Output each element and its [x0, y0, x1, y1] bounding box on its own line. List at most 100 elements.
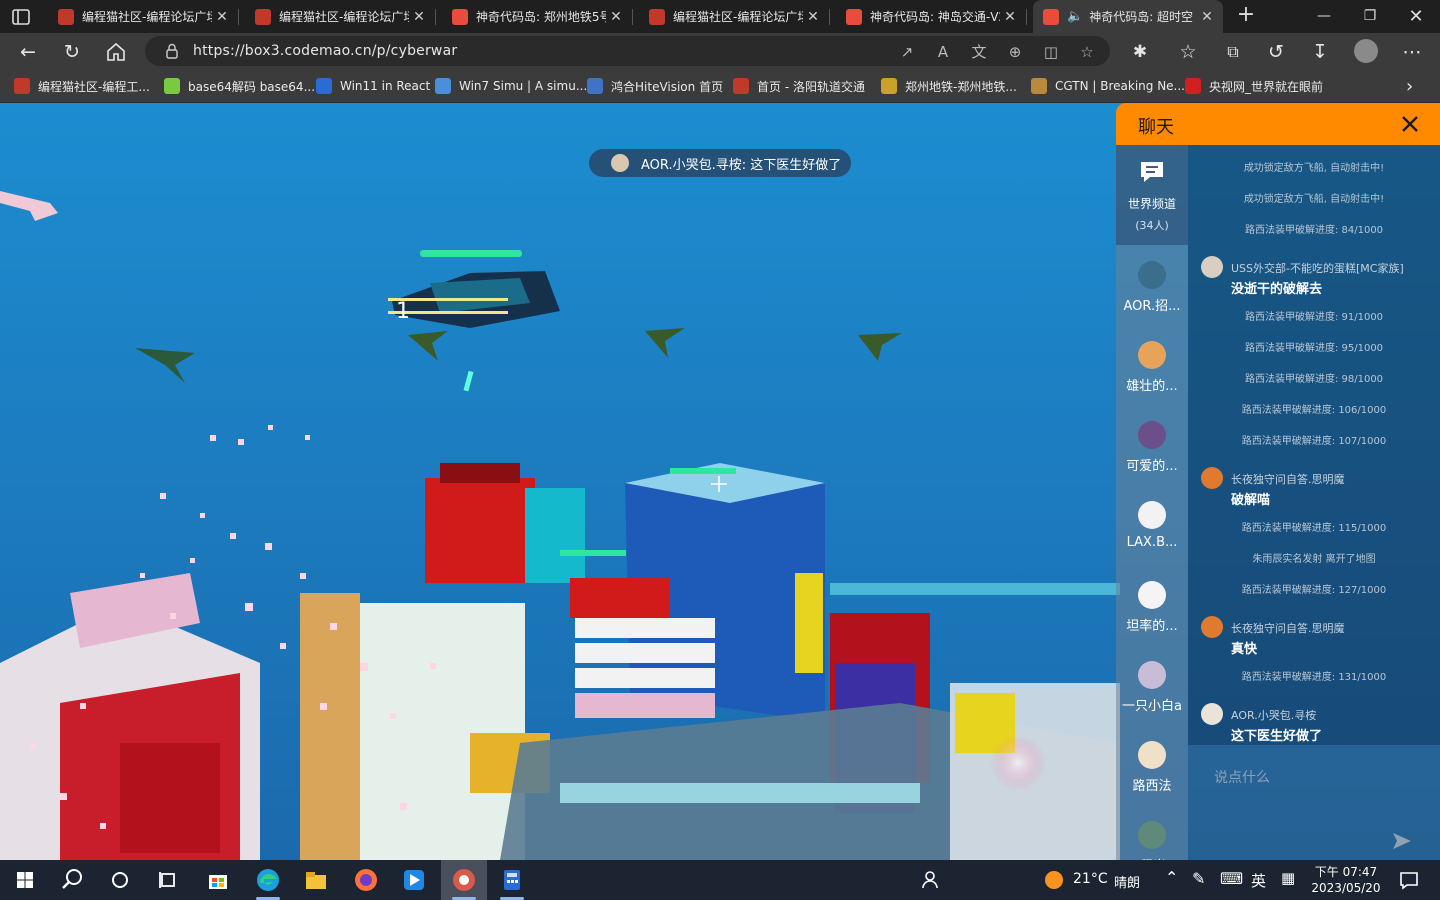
bookmark-label[interactable]: Win11 in React	[340, 79, 430, 93]
channel-world[interactable]: 世界频道 (34人)	[1116, 145, 1188, 245]
task-view-icon[interactable]	[154, 866, 182, 894]
bookmark-label[interactable]: base64解码 base64...	[188, 78, 315, 95]
split-screen-icon[interactable]: ◫	[1041, 42, 1061, 62]
edge-icon[interactable]	[254, 866, 282, 894]
bookmark-item[interactable]: 郑州地铁-郑州地铁...	[881, 76, 1017, 96]
pen-icon[interactable]: ✎	[1192, 869, 1205, 888]
site-favicon-icon	[846, 8, 862, 25]
bookmark-favicon-icon	[1031, 78, 1047, 94]
lock-icon[interactable]	[163, 42, 181, 60]
bookmark-item[interactable]: 编程猫社区-编程工...	[14, 76, 150, 96]
open-in-app-icon[interactable]: ↗	[897, 42, 917, 62]
game-app-icon[interactable]	[450, 866, 478, 894]
send-icon[interactable]	[1391, 831, 1413, 851]
collections-icon[interactable]: ⧉	[1221, 40, 1245, 64]
chat-user-item[interactable]: 可爱的...	[1116, 409, 1188, 489]
bookmark-item[interactable]: 鸿合HiteVision 首页	[587, 76, 723, 96]
chat-user-item[interactable]: 雄壮的...	[1116, 329, 1188, 409]
message-text: 真快	[1231, 642, 1258, 657]
close-icon[interactable]	[1398, 112, 1422, 136]
chat-user-item[interactable]: AOR.招...	[1116, 249, 1188, 329]
tab-actions-icon[interactable]	[10, 6, 32, 28]
new-tab-button[interactable]: +	[1235, 4, 1257, 28]
ime-indicator[interactable]: 英	[1251, 870, 1266, 891]
calculator-icon[interactable]	[498, 866, 526, 894]
windows-start-icon[interactable]	[11, 866, 39, 894]
chat-user-item[interactable]: 坦率的...	[1116, 569, 1188, 649]
chat-user-item[interactable]: 路西法	[1116, 729, 1188, 809]
browser-tab[interactable]: 编程猫社区-编程论坛广场 ✕	[639, 0, 830, 33]
bookmark-item[interactable]: Win11 in React	[316, 76, 430, 96]
refresh-icon[interactable]: ↻	[60, 40, 84, 64]
bookmark-label[interactable]: 鸿合HiteVision 首页	[611, 78, 723, 95]
app-icon[interactable]	[400, 866, 428, 894]
bookmarks-more-icon[interactable]: ›	[1406, 76, 1413, 97]
chat-user-item[interactable]: 一只小白a	[1116, 649, 1188, 729]
message-sender: USS外交部-不能吃的蛋糕[MC家族]	[1231, 262, 1404, 275]
chat-user-item[interactable]: LAX.B...	[1116, 489, 1188, 569]
store-icon[interactable]	[204, 866, 232, 894]
weather-sun-icon[interactable]	[1040, 866, 1068, 894]
clock-date[interactable]: 2023/05/20	[1310, 880, 1382, 896]
menu-icon[interactable]: ⋯	[1400, 40, 1424, 64]
bookmark-label[interactable]: 编程猫社区-编程工...	[38, 78, 150, 95]
weather-desc[interactable]: 晴朗	[1114, 872, 1140, 891]
history-icon[interactable]: ↺	[1264, 40, 1288, 64]
notification-icon[interactable]	[1395, 866, 1423, 894]
cortana-icon[interactable]	[106, 866, 134, 894]
people-icon[interactable]	[916, 866, 944, 894]
bookmark-item[interactable]: CGTN | Breaking Ne...	[1031, 76, 1185, 96]
chevron-up-icon[interactable]: ⌃	[1165, 868, 1178, 887]
weather-temp[interactable]: 21°C	[1073, 871, 1108, 887]
minimize-button[interactable]: —	[1301, 0, 1347, 33]
browser-tab[interactable]: 神奇代码岛: 郑州地铁5号 ✕	[442, 0, 633, 33]
browser-tab[interactable]: 编程猫社区-编程论坛广场 ✕	[48, 0, 239, 33]
bookmark-label[interactable]: 央视网_世界就在眼前	[1209, 78, 1323, 95]
extensions-icon[interactable]: ✱	[1128, 40, 1152, 64]
clock[interactable]: 下午 07:47 2023/05/20	[1310, 864, 1382, 896]
url-text[interactable]: https://box3.codemao.cn/p/cyberwar	[193, 43, 457, 59]
profile-avatar[interactable]	[1354, 39, 1378, 63]
favorites-icon[interactable]: ☆	[1176, 40, 1200, 64]
home-icon[interactable]	[104, 40, 128, 64]
translate-icon[interactable]: 文	[969, 42, 989, 62]
restore-button[interactable]: ❐	[1347, 0, 1393, 33]
browser-tab[interactable]: 编程猫社区-编程论坛广场 ✕	[245, 0, 436, 33]
bookmark-item[interactable]: base64解码 base64...	[164, 76, 315, 96]
browser-tab[interactable]: 神奇代码岛: 神岛交通-V2 ✕	[836, 0, 1027, 33]
zoom-icon[interactable]: ⊕	[1005, 42, 1025, 62]
chat-input[interactable]: 说点什么	[1214, 767, 1270, 787]
ime-mode-icon[interactable]: ▦	[1281, 869, 1295, 887]
bookmark-label[interactable]: CGTN | Breaking Ne...	[1055, 79, 1185, 93]
close-tab-icon[interactable]: ✕	[1000, 9, 1020, 25]
address-field[interactable]: https://box3.codemao.cn/p/cyberwar ↗ A 文…	[145, 36, 1110, 66]
bookmark-item[interactable]: 央视网_世界就在眼前	[1185, 76, 1323, 96]
chat-input-area[interactable]: 说点什么	[1188, 745, 1440, 860]
bookmark-label[interactable]: Win7 Simu | A simu...	[459, 79, 587, 93]
firefox-icon[interactable]	[352, 866, 380, 894]
read-aloud-icon[interactable]: A	[933, 42, 953, 62]
clock-time[interactable]: 下午 07:47	[1310, 864, 1382, 880]
back-icon[interactable]: ←	[16, 40, 40, 64]
chat-user-name: 一只小白a	[1122, 699, 1182, 714]
bookmark-label[interactable]: 郑州地铁-郑州地铁...	[905, 78, 1017, 95]
search-icon[interactable]	[58, 866, 86, 894]
downloads-icon[interactable]: ↧	[1308, 40, 1332, 64]
close-tab-icon[interactable]: ✕	[409, 9, 429, 25]
browser-tab[interactable]: 🔈 神奇代码岛: 超时空 ✕	[1033, 0, 1223, 33]
close-tab-icon[interactable]: ✕	[212, 9, 232, 25]
close-tab-icon[interactable]: ✕	[803, 9, 823, 25]
bookmark-label[interactable]: 首页 - 洛阳轨道交通	[757, 78, 865, 95]
bookmark-item[interactable]: Win7 Simu | A simu...	[435, 76, 587, 96]
close-window-button[interactable]: ✕	[1393, 0, 1439, 33]
avatar	[1201, 703, 1223, 725]
speaker-icon[interactable]: 🔈	[1067, 9, 1083, 24]
system-message: 路西法装甲破解进度: 98/1000	[1244, 374, 1384, 385]
file-explorer-icon[interactable]	[302, 866, 330, 894]
close-tab-icon[interactable]: ✕	[606, 9, 626, 25]
bookmark-item[interactable]: 首页 - 洛阳轨道交通	[733, 76, 865, 96]
keyboard-icon[interactable]: ⌨	[1220, 869, 1243, 888]
close-tab-icon[interactable]: ✕	[1197, 9, 1217, 25]
favorite-add-icon[interactable]: ☆	[1077, 42, 1097, 62]
tab-title: 编程猫社区-编程论坛广场	[673, 10, 803, 24]
